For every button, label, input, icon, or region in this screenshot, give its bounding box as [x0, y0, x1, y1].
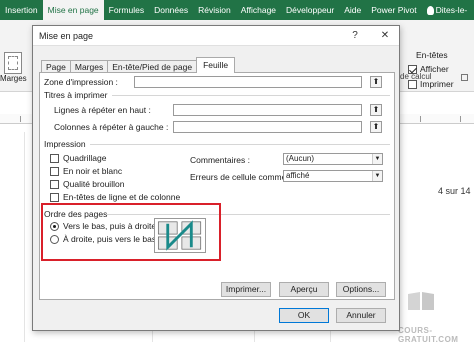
- comments-select[interactable]: (Aucun) ▼: [283, 153, 383, 165]
- tell-me-box[interactable]: Dites-le-: [422, 0, 473, 20]
- checkbox-icon: [50, 166, 59, 176]
- tab-developpeur[interactable]: Développeur: [281, 0, 339, 20]
- headings-group-title: En-têtes: [416, 50, 448, 60]
- gridlines-label: Quadrillage: [63, 153, 107, 163]
- ribbon-tab-bar: Insertion Mise en page Formules Données …: [0, 0, 474, 20]
- row-col-headings-checkbox[interactable]: En-têtes de ligne et de colonne: [50, 192, 180, 202]
- close-icon[interactable]: ✕: [379, 29, 391, 42]
- page-setup-dialog: Mise en page ? ✕ Page Marges En-tête/Pie…: [32, 25, 400, 331]
- divider: [90, 144, 390, 145]
- comments-value: (Aucun): [286, 154, 315, 163]
- margins-button[interactable]: Marges: [0, 52, 32, 96]
- gridlines-checkbox[interactable]: Quadrillage: [50, 153, 106, 163]
- row-col-headings-label: En-têtes de ligne et de colonne: [63, 192, 181, 202]
- comments-label: Commentaires :: [190, 155, 250, 165]
- cancel-button-label: Annuler: [346, 310, 376, 320]
- margins-icon: [4, 52, 22, 74]
- watermark: COURS-GRATUIT.COM: [398, 326, 459, 344]
- tab-donnees[interactable]: Données: [149, 0, 193, 20]
- checkbox-icon: [50, 153, 59, 163]
- tab-formules[interactable]: Formules: [104, 0, 149, 20]
- print-area-label: Zone d'impression :: [44, 77, 118, 87]
- rows-repeat-label: Lignes à répéter en haut :: [54, 105, 151, 115]
- ok-button[interactable]: OK: [279, 308, 329, 323]
- cols-repeat-label: Colonnes à répéter à gauche :: [54, 122, 169, 132]
- page-count-label: 4 sur 14: [438, 186, 471, 196]
- tab-mise-en-page[interactable]: Mise en page: [42, 0, 104, 20]
- print-button[interactable]: Imprimer...: [221, 282, 271, 297]
- errors-value: affiché: [286, 171, 310, 180]
- page-order-highlight: [41, 203, 221, 261]
- dialog-launcher-icon[interactable]: [461, 74, 468, 81]
- sheet-tab-panel: Zone d'impression : ⬆ Titres à imprimer …: [39, 72, 395, 300]
- help-icon[interactable]: ?: [349, 29, 361, 42]
- print-section-header: Impression: [44, 139, 86, 149]
- book-icon: [408, 292, 434, 310]
- tab-revision[interactable]: Révision: [193, 0, 236, 20]
- tell-me-label: Dites-le-: [435, 5, 468, 15]
- collapse-ref-icon[interactable]: ⬆: [370, 121, 382, 133]
- cancel-button[interactable]: Annuler: [336, 308, 386, 323]
- tab-power-pivot[interactable]: Power Pivot: [366, 0, 421, 20]
- lightbulb-icon: [426, 5, 434, 15]
- checkbox-icon: [50, 179, 59, 189]
- options-button[interactable]: Options...: [336, 282, 386, 297]
- divider: [112, 95, 390, 96]
- rows-repeat-input[interactable]: [173, 104, 362, 116]
- dialog-titlebar: Mise en page ? ✕: [33, 26, 399, 46]
- ok-button-label: OK: [297, 310, 311, 320]
- chevron-down-icon: ▼: [372, 154, 382, 164]
- chevron-down-icon: ▼: [372, 171, 382, 181]
- dialog-tabs: Page Marges En-tête/Pied de page Feuille: [41, 57, 236, 73]
- dialog-title: Mise en page: [39, 31, 94, 41]
- checkbox-icon: [50, 192, 59, 202]
- cols-repeat-input[interactable]: [173, 121, 362, 133]
- options-button-label: Options...: [342, 284, 380, 294]
- errors-label: Erreurs de cellule comme :: [190, 172, 292, 182]
- black-white-label: En noir et blanc: [63, 166, 123, 176]
- sheet-options-group-label: de calcul: [400, 72, 432, 81]
- tab-insertion[interactable]: Insertion: [0, 0, 43, 20]
- collapse-ref-icon[interactable]: ⬆: [370, 104, 382, 116]
- preview-button[interactable]: Aperçu: [279, 282, 329, 297]
- preview-button-label: Aperçu: [290, 284, 318, 294]
- collapse-ref-icon[interactable]: ⬆: [370, 76, 382, 88]
- draft-quality-label: Qualité brouillon: [63, 179, 125, 189]
- black-white-checkbox[interactable]: En noir et blanc: [50, 166, 122, 176]
- draft-quality-checkbox[interactable]: Qualité brouillon: [50, 179, 124, 189]
- tab-feuille[interactable]: Feuille: [196, 57, 236, 73]
- print-area-input[interactable]: [134, 76, 362, 88]
- print-button-label: Imprimer...: [225, 284, 267, 294]
- tab-affichage[interactable]: Affichage: [236, 0, 281, 20]
- tab-aide[interactable]: Aide: [339, 0, 366, 20]
- errors-select[interactable]: affiché ▼: [283, 170, 383, 182]
- margins-label: Marges: [0, 74, 27, 83]
- print-titles-header: Titres à imprimer: [44, 90, 108, 100]
